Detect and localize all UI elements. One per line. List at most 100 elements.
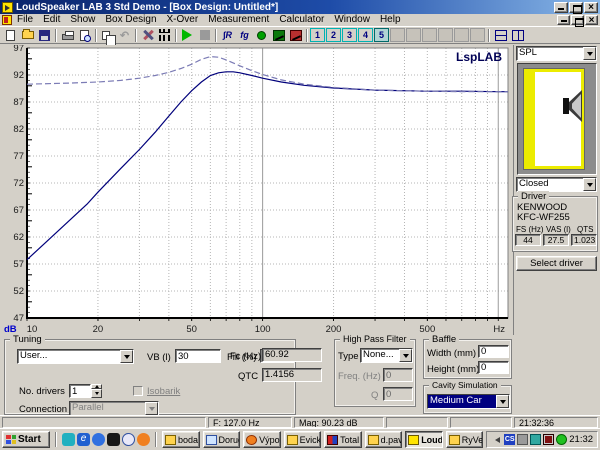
minimize-button[interactable] [554, 2, 568, 13]
tools-icon[interactable] [139, 28, 156, 43]
record-icon[interactable] [253, 28, 270, 43]
quicktime-icon[interactable] [122, 433, 135, 446]
taskbar-item-evicka[interactable]: Evicka [284, 431, 322, 448]
chart-green-icon[interactable] [270, 28, 287, 43]
undo-icon[interactable]: ↶ [116, 28, 133, 43]
baffle-height-input[interactable] [478, 361, 509, 374]
taskbar-item-ryves[interactable]: RyVeS ... [446, 431, 484, 448]
chevron-down-icon [145, 402, 158, 415]
menu-box-design[interactable]: Box Design [100, 14, 161, 26]
keyboard-layout-badge[interactable]: CS [504, 434, 515, 445]
tile-vertical-icon[interactable] [509, 28, 526, 43]
taskbar-item-doruce[interactable]: Doruče... [203, 431, 241, 448]
vb-input[interactable] [175, 349, 221, 363]
chevron-down-icon[interactable] [583, 47, 596, 60]
menu-help[interactable]: Help [375, 14, 406, 26]
page-button-5[interactable]: 5 [374, 28, 389, 42]
qtc-label: QTC [238, 371, 258, 382]
chevron-down-icon[interactable] [583, 178, 596, 191]
stop-icon[interactable] [196, 28, 213, 43]
impedance-icon[interactable]: ∫R [219, 28, 236, 43]
isobarik-label: Isobarik [147, 386, 180, 397]
mdi-minimize-button[interactable] [557, 15, 570, 25]
chevron-down-icon[interactable] [120, 350, 133, 363]
svg-text:82: 82 [13, 124, 24, 135]
no-drivers-label: No. drivers [19, 386, 65, 397]
menu-bar: File Edit Show Box Design X-Over Measure… [0, 14, 600, 27]
start-button[interactable]: Start [2, 431, 50, 448]
tile-horizontal-icon[interactable] [492, 28, 509, 43]
taskbar-item-vypoce[interactable]: Výpoče... [243, 431, 281, 448]
menu-xover[interactable]: X-Over [162, 14, 204, 26]
menu-measurement[interactable]: Measurement [203, 14, 274, 26]
graph-type-select[interactable]: SPL [516, 46, 597, 61]
new-icon[interactable] [2, 28, 19, 43]
restore-button[interactable] [569, 2, 583, 13]
page-button-1[interactable]: 1 [310, 28, 325, 42]
firefox-icon[interactable] [137, 433, 150, 446]
tray-misc-icon[interactable] [517, 434, 528, 445]
taskbar-item-boda[interactable]: boda [162, 431, 200, 448]
page-button-7 [406, 28, 421, 42]
svg-text:92: 92 [13, 70, 24, 81]
spl-chart-svg[interactable]: 4752576267727782879297102050100200500dBH… [2, 45, 514, 335]
hpf-q-input [383, 387, 413, 401]
folder-icon [165, 435, 176, 445]
spin-down-icon[interactable] [91, 389, 102, 398]
cavity-select[interactable]: Medium Car [427, 394, 510, 409]
mdi-close-button[interactable] [585, 15, 598, 25]
media-player-icon[interactable] [107, 433, 120, 446]
close-button[interactable] [584, 2, 598, 13]
menu-show[interactable]: Show [65, 14, 100, 26]
menu-window[interactable]: Window [329, 14, 375, 26]
driver-legend: Driver [518, 191, 549, 202]
select-driver-button[interactable]: Select driver [516, 256, 597, 271]
spl-chart[interactable]: 4752576267727782879297102050100200500dBH… [2, 45, 514, 335]
page-button-4[interactable]: 4 [358, 28, 373, 42]
tray-grid-icon[interactable] [543, 434, 554, 445]
qtc-value: 1.4156 [262, 368, 322, 382]
print-preview-icon[interactable] [76, 28, 93, 43]
no-drivers-input[interactable] [69, 384, 91, 398]
mdi-restore-button[interactable] [571, 15, 584, 25]
hpf-type-label: Type [338, 351, 359, 362]
hpf-legend: High Pass Filter [340, 334, 410, 345]
no-drivers-stepper[interactable] [69, 384, 102, 398]
fg-icon[interactable]: fg [236, 28, 253, 43]
mixer-icon[interactable] [156, 28, 173, 43]
baffle-width-input[interactable] [478, 345, 509, 358]
tray-misc2-icon[interactable] [530, 434, 541, 445]
print-icon[interactable] [59, 28, 76, 43]
volume-icon[interactable] [491, 434, 502, 445]
menu-file[interactable]: File [12, 14, 38, 26]
save-icon[interactable] [36, 28, 53, 43]
chart-red-icon[interactable] [287, 28, 304, 43]
tuning-mode-select[interactable]: User... [17, 349, 134, 364]
page-button-2[interactable]: 2 [326, 28, 341, 42]
svg-text:52: 52 [13, 286, 24, 297]
app-icon[interactable] [2, 2, 13, 13]
open-icon[interactable] [19, 28, 36, 43]
internet-explorer-icon[interactable]: e [77, 433, 90, 446]
menu-calculator[interactable]: Calculator [274, 14, 329, 26]
menu-edit[interactable]: Edit [38, 14, 65, 26]
play-icon[interactable] [179, 28, 196, 43]
document-icon[interactable] [2, 15, 12, 25]
messenger-icon[interactable] [62, 433, 75, 446]
taskbar-item-loudspeaker-lab[interactable]: LoudS... [405, 431, 443, 448]
browser-ball-icon[interactable] [92, 433, 105, 446]
taskbar-item-dpavlu[interactable]: d.pavlu [365, 431, 403, 448]
taskbar-item-totalcmd[interactable]: Total C... [324, 431, 362, 448]
box-type-select[interactable]: Closed [516, 177, 597, 192]
fc-value: 60.92 [262, 348, 322, 362]
tray-led-icon[interactable] [556, 434, 567, 445]
copy-icon[interactable] [99, 28, 116, 43]
chevron-down-icon[interactable] [399, 349, 412, 362]
window-title: LoudSpeaker LAB 3 Std Demo - [Box Design… [16, 2, 553, 13]
hpf-type-select[interactable]: None... [360, 348, 413, 363]
page-button-3[interactable]: 3 [342, 28, 357, 42]
isobarik-checkbox[interactable] [133, 386, 143, 396]
page-button-8 [422, 28, 437, 42]
chevron-down-icon[interactable] [496, 395, 509, 408]
driver-magnet [563, 98, 569, 114]
